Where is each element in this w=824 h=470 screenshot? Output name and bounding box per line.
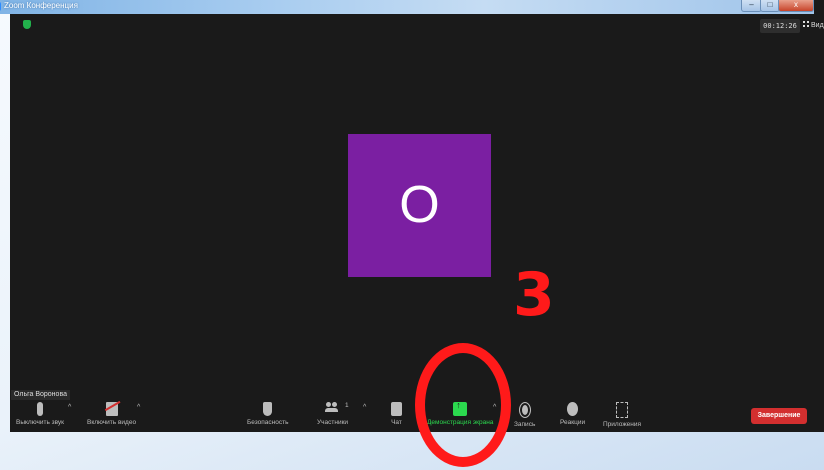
chat-icon	[391, 402, 402, 416]
participants-label: Участники	[317, 419, 349, 426]
reactions-button[interactable]: Реакции	[560, 402, 585, 426]
chat-button[interactable]: Чат	[391, 402, 402, 426]
reactions-label: Реакции	[560, 419, 586, 426]
reactions-icon	[567, 402, 579, 416]
mute-button[interactable]: Выключить звук	[16, 402, 64, 426]
participants-count: 1	[345, 402, 349, 409]
maximize-button[interactable]: □	[760, 0, 780, 12]
video-off-icon	[105, 402, 118, 416]
zoom-app-icon	[0, 2, 1, 11]
mute-label: Выключить звук	[16, 419, 65, 426]
security-shield-icon[interactable]	[23, 20, 31, 29]
participants-icon	[324, 402, 340, 416]
participants-button[interactable]: Участники	[317, 402, 348, 426]
participants-options-caret[interactable]: ^	[363, 404, 366, 411]
microphone-icon	[37, 402, 44, 416]
audio-options-caret[interactable]: ^	[68, 404, 71, 411]
apps-button[interactable]: Приложения	[603, 402, 641, 428]
record-icon	[518, 402, 531, 418]
end-meeting-button[interactable]: Завершение	[751, 408, 807, 424]
view-label: Вид	[811, 22, 824, 29]
highlight-circle-annotation	[415, 343, 511, 467]
security-label: Безопасность	[247, 419, 289, 426]
video-options-caret[interactable]: ^	[137, 404, 140, 411]
participant-avatar: O	[348, 134, 491, 277]
window-title: Zoom Конференция	[4, 1, 78, 10]
participant-name-label: Ольга Воронова	[11, 390, 70, 400]
record-button[interactable]: Запись	[514, 402, 535, 428]
apps-icon	[616, 402, 629, 418]
view-button[interactable]: Вид	[803, 19, 824, 33]
grid-view-icon	[803, 21, 809, 27]
apps-label: Приложения	[603, 421, 642, 428]
security-button[interactable]: Безопасность	[247, 402, 288, 426]
security-icon	[263, 402, 273, 416]
meeting-timer: 00:12:26	[760, 19, 800, 33]
step-number-annotation: 3	[513, 260, 555, 330]
title-bar: Zoom Конференция – □ x	[0, 0, 814, 14]
close-button[interactable]: x	[778, 0, 814, 12]
record-label: Запись	[514, 421, 536, 428]
minimize-button[interactable]: –	[741, 0, 762, 12]
video-label: Включить видео	[87, 419, 137, 426]
chat-label: Чат	[391, 419, 402, 426]
start-video-button[interactable]: Включить видео	[87, 402, 136, 426]
zoom-window: 00:12:26 Вид O Ольга Воронова Выключить …	[10, 0, 824, 432]
